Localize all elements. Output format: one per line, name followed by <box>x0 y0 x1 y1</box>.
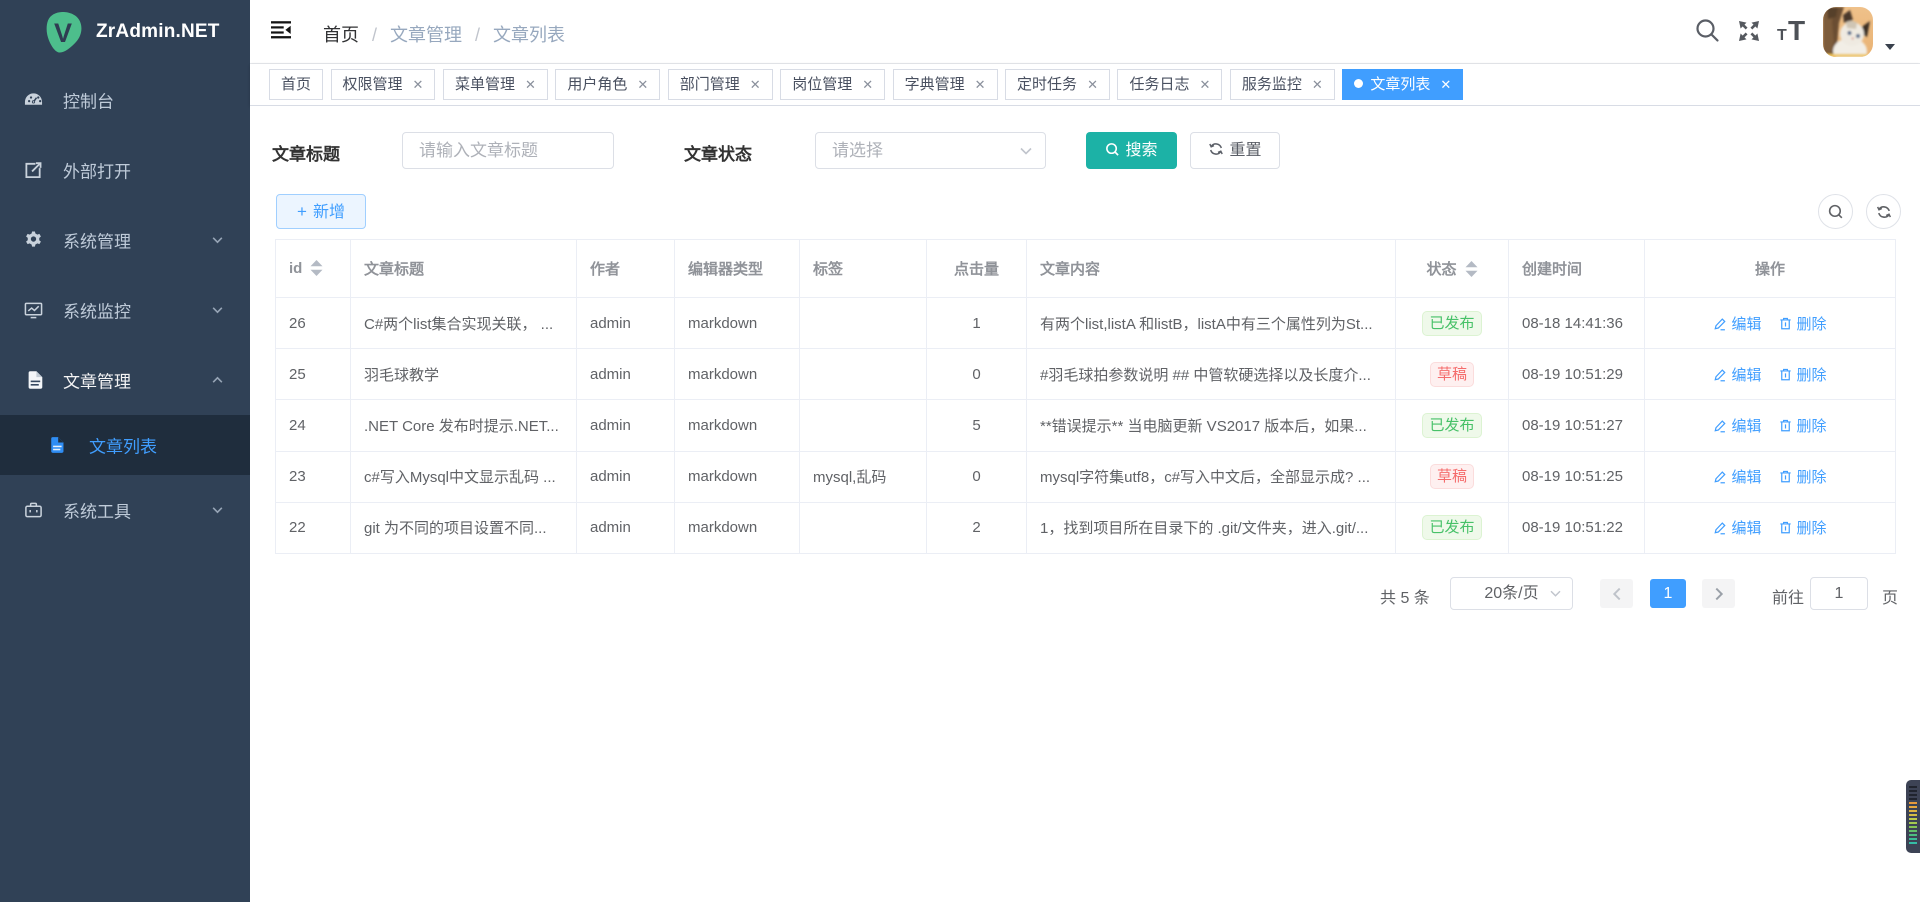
svg-text:V: V <box>54 18 72 48</box>
